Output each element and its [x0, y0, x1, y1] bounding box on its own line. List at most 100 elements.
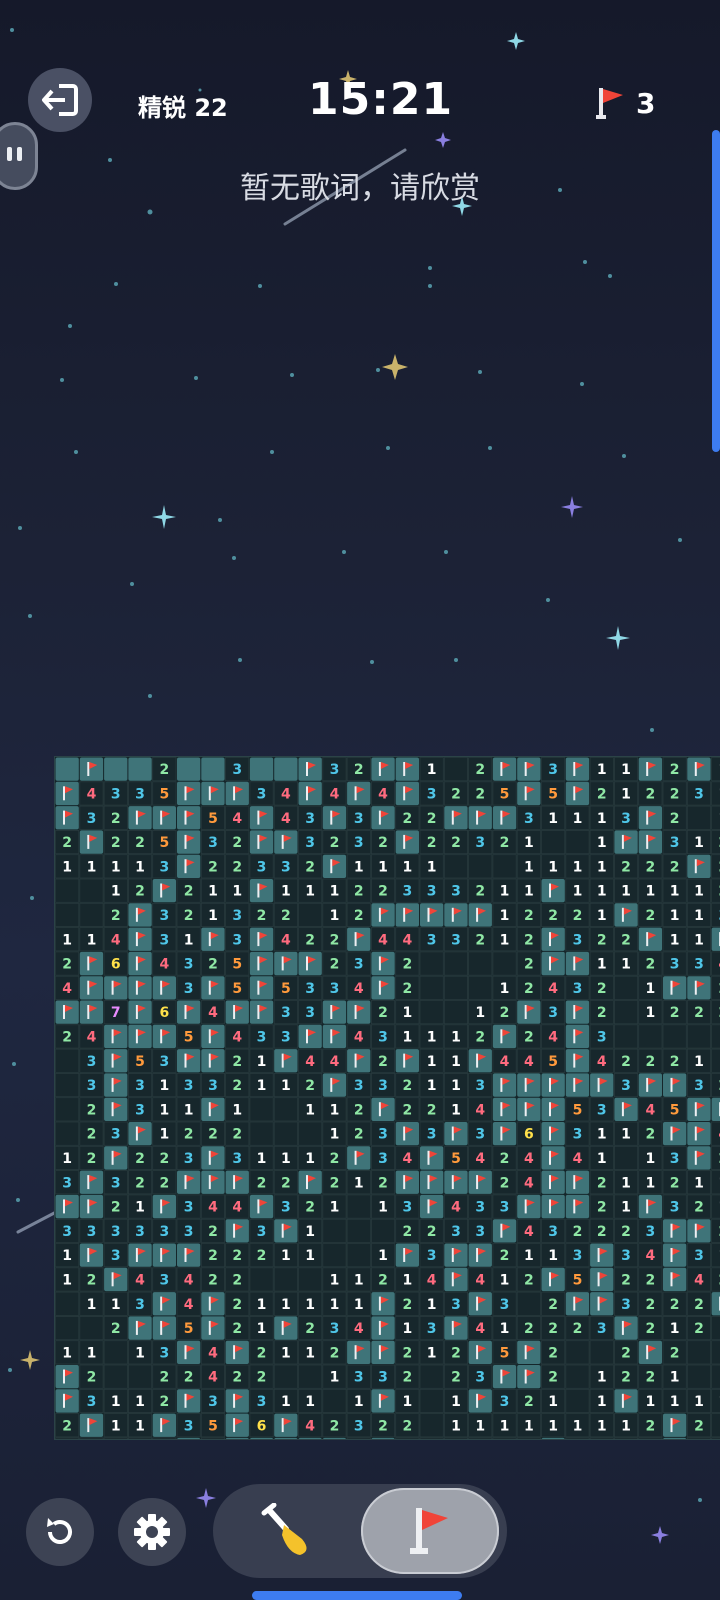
flagged-tile[interactable]: [492, 1365, 517, 1389]
flagged-tile[interactable]: [541, 927, 565, 951]
flagged-tile[interactable]: [420, 903, 444, 927]
flagged-tile[interactable]: [395, 1049, 419, 1073]
flagged-tile[interactable]: [201, 1292, 225, 1316]
revealed-tile[interactable]: [249, 1121, 274, 1146]
flagged-tile[interactable]: [663, 1122, 687, 1146]
flagged-tile[interactable]: [249, 830, 274, 854]
revealed-tile[interactable]: [103, 1437, 128, 1440]
flagged-tile[interactable]: [371, 1097, 395, 1121]
flagged-tile[interactable]: [55, 1194, 79, 1219]
flagged-tile[interactable]: [420, 1146, 444, 1170]
flagged-tile[interactable]: [152, 1194, 176, 1219]
revealed-tile[interactable]: [128, 1437, 153, 1440]
flagged-tile[interactable]: [201, 1146, 225, 1170]
flagged-tile[interactable]: [55, 1365, 79, 1389]
flagged-tile[interactable]: [152, 1024, 176, 1049]
flagged-tile[interactable]: [79, 1000, 104, 1024]
flagged-tile[interactable]: [541, 1170, 565, 1194]
flagged-tile[interactable]: [468, 903, 492, 927]
flagged-tile[interactable]: [104, 1073, 128, 1097]
revealed-tile[interactable]: [346, 1194, 371, 1219]
flagged-tile[interactable]: [347, 1340, 371, 1364]
flagged-tile[interactable]: [152, 1413, 176, 1437]
flagged-tile[interactable]: [517, 757, 541, 781]
flagged-tile[interactable]: [541, 1073, 565, 1097]
flagged-tile[interactable]: [492, 1122, 517, 1146]
flagged-tile[interactable]: [565, 781, 590, 806]
flagged-tile[interactable]: [322, 1073, 347, 1097]
flagged-tile[interactable]: [322, 1000, 347, 1024]
flagged-tile[interactable]: [517, 1365, 541, 1389]
revealed-tile[interactable]: [443, 757, 468, 782]
flagged-tile[interactable]: [395, 781, 419, 806]
flagged-tile[interactable]: [104, 1024, 128, 1049]
flagged-tile[interactable]: [274, 1316, 298, 1340]
flagged-tile[interactable]: [128, 1243, 152, 1267]
flagged-tile[interactable]: [371, 806, 395, 830]
revealed-tile[interactable]: [711, 1316, 720, 1341]
flagged-tile[interactable]: [687, 1097, 711, 1121]
flagged-tile[interactable]: [79, 1170, 104, 1194]
flagged-tile[interactable]: [687, 1146, 711, 1170]
revealed-tile[interactable]: [298, 902, 323, 928]
hidden-tile[interactable]: [55, 757, 79, 781]
flagged-tile[interactable]: [638, 830, 662, 854]
flagged-tile[interactable]: [152, 1292, 176, 1316]
flagged-tile[interactable]: [347, 781, 371, 806]
flagged-tile[interactable]: [663, 1219, 687, 1243]
flagged-tile[interactable]: [128, 903, 152, 927]
flagged-tile[interactable]: [444, 1316, 468, 1340]
revealed-tile[interactable]: [55, 1316, 80, 1341]
flagged-tile[interactable]: [249, 1194, 274, 1219]
flagged-tile[interactable]: [468, 1340, 492, 1364]
hidden-tile[interactable]: [177, 757, 201, 781]
flagged-tile[interactable]: [468, 1389, 492, 1413]
revealed-tile[interactable]: [370, 1218, 396, 1243]
minesweeper-board[interactable]: 2332123112143353444322552122313254433223…: [54, 756, 720, 1440]
revealed-tile[interactable]: [55, 1291, 80, 1316]
revealed-tile[interactable]: [492, 951, 517, 976]
revealed-tile[interactable]: [711, 1413, 720, 1438]
revealed-tile[interactable]: [346, 1243, 371, 1268]
flagged-tile[interactable]: [590, 1292, 614, 1316]
revealed-tile[interactable]: [273, 1267, 298, 1292]
flagged-tile[interactable]: [687, 854, 711, 878]
revealed-tile[interactable]: [589, 1340, 614, 1365]
flagged-tile[interactable]: [249, 879, 274, 903]
flagged-tile[interactable]: [687, 976, 711, 1000]
flagged-tile[interactable]: [541, 1122, 565, 1146]
revealed-tile[interactable]: [468, 951, 493, 976]
revealed-tile[interactable]: [346, 1437, 371, 1440]
flagged-tile[interactable]: [638, 1073, 662, 1097]
flagged-tile[interactable]: [177, 1049, 201, 1073]
flagged-tile[interactable]: [249, 1000, 274, 1024]
settings-button[interactable]: [118, 1498, 186, 1566]
flagged-tile[interactable]: [152, 1316, 176, 1340]
flagged-tile[interactable]: [395, 830, 419, 854]
flagged-tile[interactable]: [152, 806, 176, 830]
flagged-tile[interactable]: [177, 781, 201, 806]
flagged-tile[interactable]: [541, 1437, 565, 1440]
flagged-tile[interactable]: [614, 1389, 638, 1413]
flagged-tile[interactable]: [249, 976, 274, 1000]
revealed-tile[interactable]: [55, 902, 80, 928]
flagged-tile[interactable]: [225, 1000, 249, 1024]
flagged-tile[interactable]: [565, 1073, 590, 1097]
hidden-tile[interactable]: [274, 757, 298, 781]
flagged-tile[interactable]: [420, 1194, 444, 1219]
flagged-tile[interactable]: [663, 976, 687, 1000]
flagged-tile[interactable]: [249, 927, 274, 951]
flagged-tile[interactable]: [687, 757, 711, 781]
revealed-tile[interactable]: [79, 878, 104, 903]
revealed-tile[interactable]: [419, 1364, 444, 1389]
revealed-tile[interactable]: [614, 975, 639, 1000]
flagged-tile[interactable]: [614, 1097, 638, 1121]
flagged-tile[interactable]: [517, 1194, 541, 1219]
revealed-tile[interactable]: [273, 1364, 298, 1389]
revealed-tile[interactable]: [419, 975, 444, 1000]
revealed-tile[interactable]: [492, 1437, 517, 1440]
revealed-tile[interactable]: [638, 1437, 663, 1440]
revealed-tile[interactable]: [79, 902, 104, 928]
revealed-tile[interactable]: [419, 951, 444, 976]
revealed-tile[interactable]: [419, 1000, 444, 1025]
